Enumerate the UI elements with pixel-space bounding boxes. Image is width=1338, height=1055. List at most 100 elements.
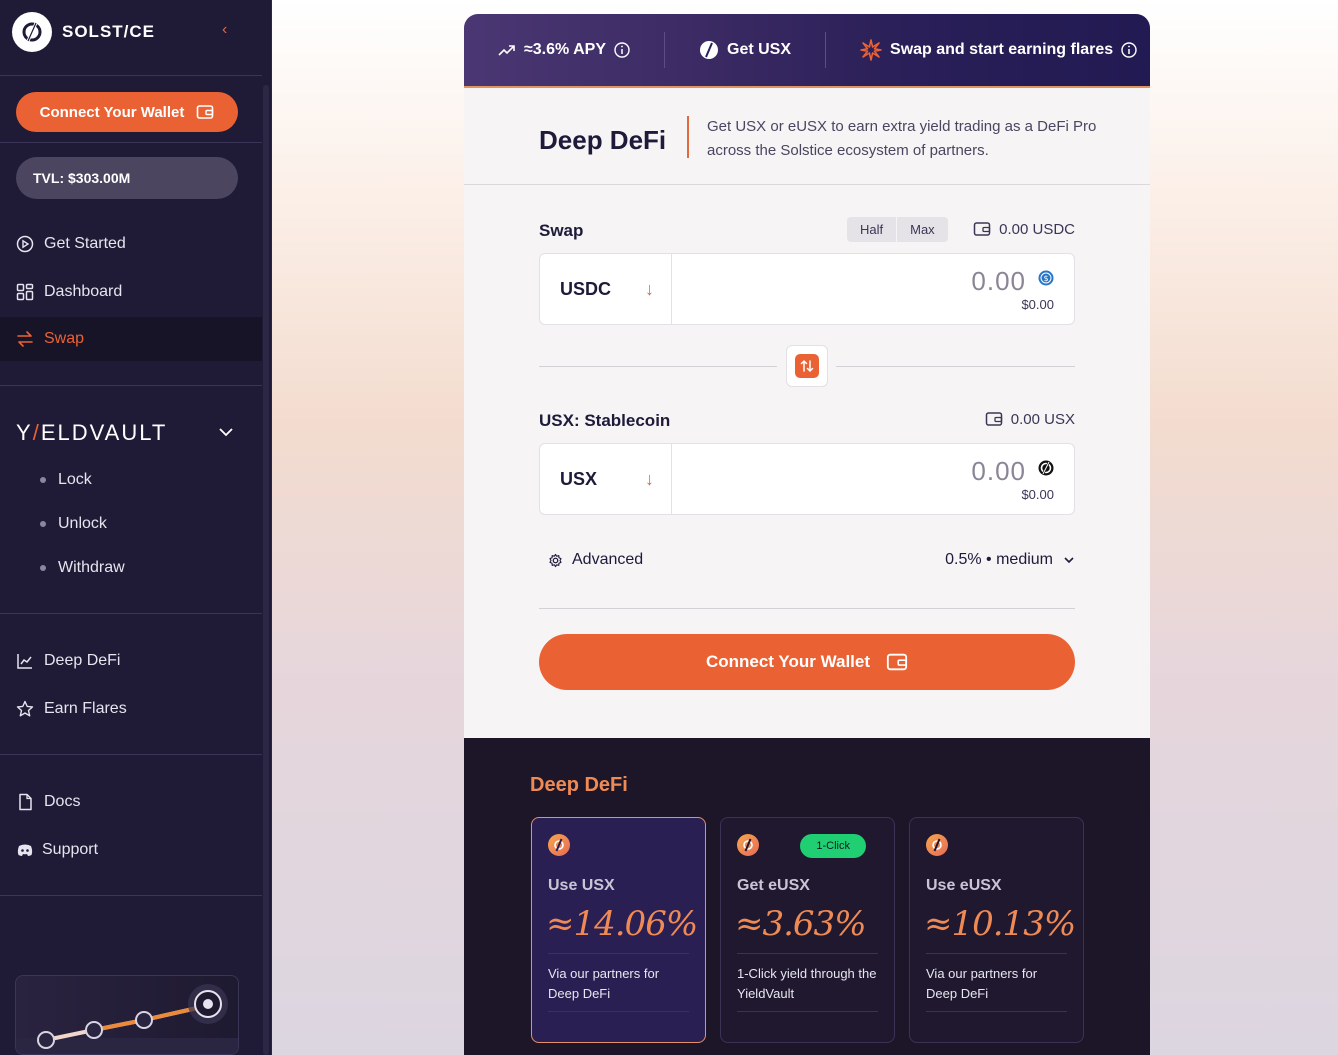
usx-logo-icon <box>700 41 718 59</box>
get-usx-label: Get USX <box>727 41 792 58</box>
one-click-badge: 1-Click <box>800 834 866 858</box>
divider <box>0 75 262 76</box>
swap-label: Swap <box>539 221 584 240</box>
to-token-symbol: USX <box>560 468 598 489</box>
deep-defi-title: Deep DeFi <box>530 774 628 796</box>
yieldvault-withdraw[interactable]: Withdraw <box>40 559 125 577</box>
gear-icon <box>549 553 562 567</box>
from-amount-input[interactable]: 0.00 <box>971 266 1026 297</box>
nav-label: Support <box>42 841 99 858</box>
discord-icon <box>16 841 34 859</box>
nav-label: Deep DeFi <box>44 652 121 669</box>
half-button[interactable]: Half <box>847 217 898 242</box>
yieldvault-title-part: ELDVAULT <box>40 420 168 445</box>
divider <box>0 142 262 143</box>
promo-topbar: ≈3.6% APY Get USX Swap and start earning… <box>464 14 1150 88</box>
growth-chart-illustration <box>16 984 238 1054</box>
yieldvault-title[interactable]: Y/ELDVAULT <box>16 420 167 446</box>
divider <box>737 953 878 954</box>
wallet-icon <box>985 412 1003 426</box>
chevron-down-icon[interactable] <box>218 424 234 445</box>
info-icon[interactable] <box>1121 42 1137 58</box>
apy-label: ≈3.6% APY <box>524 41 606 58</box>
yieldvault-title-slash: / <box>32 420 41 445</box>
connect-wallet-button-main[interactable]: Connect Your Wallet <box>539 634 1075 690</box>
nav-deep-defi[interactable]: Deep DeFi <box>0 639 262 683</box>
option-description: Via our partners for Deep DeFi <box>926 966 1038 1001</box>
to-token-select[interactable]: USX ↓ <box>540 444 672 514</box>
nav-earn-flares[interactable]: Earn Flares <box>0 687 262 731</box>
sub-item-label: Unlock <box>58 515 107 532</box>
nav-docs[interactable]: Docs <box>0 780 262 824</box>
divider <box>539 608 1075 609</box>
trending-up-icon <box>498 45 515 56</box>
max-button[interactable]: Max <box>897 217 948 242</box>
from-usd-value: $0.00 <box>1021 297 1054 312</box>
amount-chips: Half Max <box>847 217 948 242</box>
from-token-select[interactable]: USDC ↓ <box>540 254 672 324</box>
collapse-sidebar-icon[interactable]: ‹ <box>222 22 238 38</box>
option-card-get-eusx[interactable]: 1-Click Get eUSX ≈3.63% 1-Click yield th… <box>720 817 895 1043</box>
option-apy: ≈3.63% <box>735 904 866 944</box>
divider <box>836 366 1075 367</box>
option-apy: ≈14.06% <box>546 904 698 944</box>
usdc-coin-icon: $ <box>1038 270 1054 286</box>
divider <box>539 366 777 367</box>
option-description: 1-Click yield through the YieldVault <box>737 966 877 1001</box>
nav-get-started[interactable]: Get Started <box>0 222 262 266</box>
nav-label: Swap <box>44 330 85 347</box>
chevron-down-icon <box>1064 557 1074 564</box>
nav-label: Earn Flares <box>44 700 127 717</box>
yieldvault-title-part: Y <box>16 420 33 445</box>
option-card-use-eusx[interactable]: Use eUSX ≈10.13% Via our partners for De… <box>909 817 1084 1043</box>
nav-support[interactable]: Support <box>0 828 262 872</box>
divider <box>737 1011 878 1012</box>
flip-tokens-button[interactable] <box>786 345 828 387</box>
nav-dashboard[interactable]: Dashboard <box>0 270 262 314</box>
apy-indicator[interactable]: ≈3.6% APY <box>498 32 630 68</box>
swap-earn-flares-link[interactable]: Swap and start earning flares <box>860 32 1137 68</box>
divider <box>0 385 262 386</box>
yieldvault-unlock[interactable]: Unlock <box>40 515 107 533</box>
nav-label: Get Started <box>44 235 126 252</box>
info-icon[interactable] <box>614 42 630 58</box>
divider <box>548 1011 689 1012</box>
sidebar-scrollbar[interactable] <box>263 85 269 1055</box>
option-description: Via our partners for Deep DeFi <box>548 966 660 1001</box>
slippage-select[interactable]: 0.5% • medium <box>945 551 1075 569</box>
flare-icon <box>860 39 882 61</box>
to-amount-input[interactable]: 0.00 <box>971 456 1026 487</box>
deep-defi-section: Deep DeFi Use USX ≈14.06% Via our partne… <box>464 738 1150 1055</box>
connect-wallet-label: Connect Your Wallet <box>705 652 871 671</box>
nav-label: Docs <box>44 793 81 810</box>
usx-coin-icon <box>1038 460 1054 476</box>
brand[interactable]: SOLST/CE <box>12 12 155 52</box>
advanced-settings-toggle[interactable]: Advanced <box>548 551 643 569</box>
yieldvault-lock[interactable]: Lock <box>40 471 92 489</box>
divider <box>926 1011 1067 1012</box>
hero-title: Deep DeFi <box>539 125 667 155</box>
solstice-logo-icon <box>12 12 52 52</box>
eusx-logo-icon <box>737 834 759 856</box>
connect-wallet-button-sidebar[interactable]: Connect Your Wallet <box>16 92 238 132</box>
from-balance: 0.00 USDC <box>973 220 1075 238</box>
get-usx-link[interactable]: Get USX <box>699 32 791 68</box>
from-token-box: USDC ↓ 0.00 $ $0.00 <box>539 253 1075 325</box>
sub-item-label: Lock <box>58 471 92 488</box>
promo-banner[interactable] <box>15 975 239 1055</box>
option-name: Use eUSX <box>926 877 1002 894</box>
nav-label: Dashboard <box>44 283 123 300</box>
option-apy: ≈10.13% <box>924 904 1076 944</box>
sub-item-label: Withdraw <box>58 559 125 576</box>
nav-swap[interactable]: Swap <box>0 317 262 361</box>
swap-card: ≈3.6% APY Get USX Swap and start earning… <box>464 14 1150 1055</box>
advanced-label: Advanced <box>572 551 644 568</box>
option-card-use-usx[interactable]: Use USX ≈14.06% Via our partners for Dee… <box>531 817 706 1043</box>
wallet-icon <box>886 653 908 671</box>
to-token-box: USX ↓ 0.00 $0.00 <box>539 443 1075 515</box>
to-label: USX: Stablecoin <box>539 411 671 430</box>
usx-logo-icon <box>548 834 570 856</box>
divider <box>687 116 689 158</box>
to-balance: 0.00 USX <box>985 410 1075 428</box>
sidebar: SOLST/CE ‹ Connect Your Wallet TVL: $303… <box>0 0 272 1055</box>
